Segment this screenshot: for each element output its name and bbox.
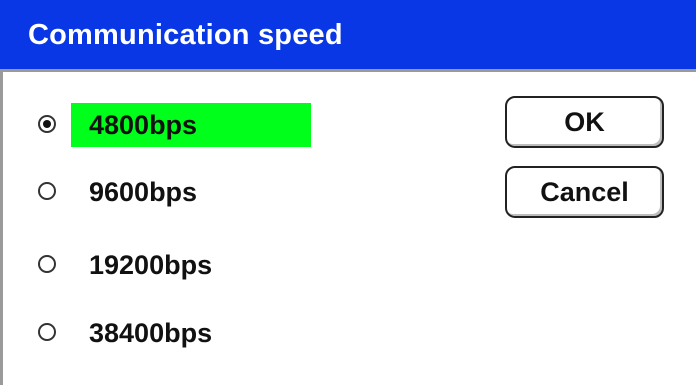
dialog-left-border — [0, 72, 3, 385]
radio-button[interactable] — [38, 255, 56, 273]
communication-speed-dialog: Communication speed 4800bps 9600bps 1920… — [0, 0, 696, 385]
dialog-title: Communication speed — [28, 19, 343, 51]
radio-button-checked[interactable] — [38, 115, 56, 133]
ok-button[interactable]: OK — [505, 96, 664, 148]
option-9600bps[interactable]: 9600bps — [38, 170, 328, 214]
option-label[interactable]: 9600bps — [71, 170, 311, 214]
option-19200bps[interactable]: 19200bps — [38, 243, 328, 287]
radio-button[interactable] — [38, 323, 56, 341]
cancel-button[interactable]: Cancel — [505, 166, 664, 218]
option-4800bps[interactable]: 4800bps — [38, 103, 328, 147]
option-label[interactable]: 19200bps — [71, 243, 311, 287]
radio-button[interactable] — [38, 182, 56, 200]
option-label[interactable]: 4800bps — [71, 103, 311, 147]
dialog-titlebar: Communication speed — [0, 0, 696, 72]
radio-dot — [43, 120, 51, 128]
option-38400bps[interactable]: 38400bps — [38, 311, 328, 355]
option-label[interactable]: 38400bps — [71, 311, 311, 355]
